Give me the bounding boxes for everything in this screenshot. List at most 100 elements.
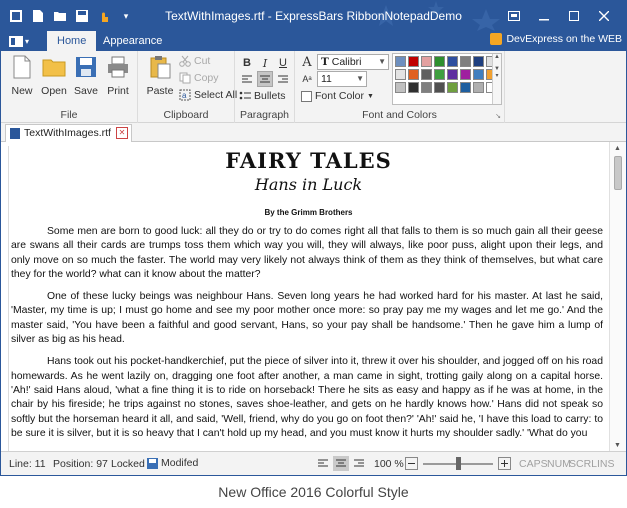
minus-icon xyxy=(408,463,415,464)
font-color-swatch xyxy=(301,90,312,102)
color-swatch[interactable] xyxy=(421,56,432,67)
position-indicator: Position: 97 xyxy=(53,458,108,470)
color-swatch[interactable] xyxy=(421,82,432,93)
font-size-value: 11 xyxy=(321,73,332,85)
font-size-icon: Aa xyxy=(302,74,312,84)
application-menu-button[interactable]: ▾ xyxy=(9,33,39,49)
palette-scrollbar[interactable]: ▲ ▼ ▾ xyxy=(492,54,501,104)
document-tab-label: TextWithImages.rtf xyxy=(24,127,111,139)
underline-button[interactable]: U xyxy=(275,55,291,71)
tab-home[interactable]: Home xyxy=(47,31,97,51)
font-size-combo[interactable]: 11 ▼ xyxy=(317,71,367,87)
color-swatch[interactable] xyxy=(408,56,419,67)
paragraph-group-label: Paragraph xyxy=(239,109,290,121)
modified-indicator: Modifed xyxy=(147,457,198,469)
minimize-icon[interactable] xyxy=(532,7,556,25)
plus-icon xyxy=(501,460,508,467)
align-center-button[interactable] xyxy=(257,71,273,87)
paste-clipboard-icon xyxy=(150,56,171,79)
align-right-icon xyxy=(354,459,364,467)
title-bar: ▾ TextWithImages.rtf - ExpressBars Ribbo… xyxy=(1,1,626,31)
align-right-button[interactable] xyxy=(275,71,291,87)
document-paragraph: One of these lucky beings was neighbour … xyxy=(11,291,603,346)
zoom-slider-thumb[interactable] xyxy=(455,457,461,470)
devexpress-link-label: DevExpress on the WEB xyxy=(506,33,622,45)
screenshot-caption: New Office 2016 Colorful Style xyxy=(218,484,409,500)
scroll-up-icon[interactable]: ▲ xyxy=(614,145,621,152)
color-swatch[interactable] xyxy=(447,56,458,67)
status-align-center-button[interactable] xyxy=(333,456,349,471)
color-swatch[interactable] xyxy=(408,69,419,80)
color-swatch[interactable] xyxy=(395,69,406,80)
print-button[interactable]: Print xyxy=(103,55,133,97)
color-swatch[interactable] xyxy=(434,82,445,93)
color-swatch[interactable] xyxy=(421,69,432,80)
color-swatch[interactable] xyxy=(473,82,484,93)
color-swatch[interactable] xyxy=(473,56,484,67)
status-align-left-button[interactable] xyxy=(315,456,331,471)
paragraph-group: B I U Bullets Paragraph xyxy=(235,51,295,123)
close-tab-icon[interactable]: ✕ xyxy=(115,127,128,139)
color-swatch[interactable] xyxy=(395,82,406,93)
maximize-icon[interactable] xyxy=(562,7,586,25)
color-swatch[interactable] xyxy=(434,56,445,67)
clipboard-group: Paste Cut Copy a Select All Clipboard xyxy=(138,51,237,123)
color-swatch[interactable] xyxy=(434,69,445,80)
modified-label: Modifed xyxy=(161,457,199,469)
document-paragraph: Hans took out his pocket-handkerchief, p… xyxy=(11,356,603,439)
close-icon[interactable] xyxy=(592,7,616,25)
document-editor[interactable]: Fairy Tales Hans in Luck By the Grimm Br… xyxy=(1,142,626,452)
vertical-scrollbar[interactable]: ▲ ▼ xyxy=(609,142,626,451)
select-all-button[interactable]: a Select All xyxy=(179,89,237,101)
color-swatch[interactable] xyxy=(408,82,419,93)
new-document-icon xyxy=(13,55,31,79)
paste-button[interactable]: Paste xyxy=(144,55,176,97)
palette-row xyxy=(395,56,499,67)
document-paragraph: Some men are born to good luck: all they… xyxy=(11,226,603,280)
open-button[interactable]: Open xyxy=(39,55,69,97)
zoom-out-button[interactable] xyxy=(405,457,418,470)
tab-appearance[interactable]: Appearance xyxy=(93,31,172,51)
document-tab[interactable]: TextWithImages.rtf ✕ xyxy=(5,124,132,142)
file-group: New Open Save Print File xyxy=(1,51,138,123)
color-swatch[interactable] xyxy=(460,56,471,67)
new-button[interactable]: New xyxy=(7,55,37,97)
copy-icon xyxy=(179,72,191,84)
palette-row xyxy=(395,82,499,93)
font-name-dropdown-icon: ▼ xyxy=(378,57,386,66)
font-and-colors-group-label: Font and Colors xyxy=(362,109,437,121)
bold-button[interactable]: B xyxy=(239,55,255,71)
align-left-button[interactable] xyxy=(239,71,255,87)
italic-button[interactable]: I xyxy=(257,55,273,71)
save-button[interactable]: Save xyxy=(71,55,101,97)
bullets-button[interactable]: Bullets xyxy=(239,90,286,102)
zoom-in-button[interactable] xyxy=(498,457,511,470)
color-swatch[interactable] xyxy=(447,82,458,93)
app-window: ▾ TextWithImages.rtf - ExpressBars Ribbo… xyxy=(0,0,627,476)
devexpress-web-link[interactable]: DevExpress on the WEB xyxy=(490,33,622,45)
color-swatch[interactable] xyxy=(460,69,471,80)
document-page[interactable]: Fairy Tales Hans in Luck By the Grimm Br… xyxy=(8,146,606,451)
color-swatch[interactable] xyxy=(447,69,458,80)
cut-button[interactable]: Cut xyxy=(179,55,210,67)
file-group-label: File xyxy=(60,109,78,121)
save-button-label: Save xyxy=(74,85,98,97)
font-name-combo[interactable]: T Calibri ▼ xyxy=(317,54,389,70)
locked-indicator: Locked xyxy=(111,458,145,470)
window-controls xyxy=(502,7,616,25)
status-align-right-button[interactable] xyxy=(351,456,367,471)
ribbon-display-icon[interactable] xyxy=(502,7,526,25)
scrollbar-thumb[interactable] xyxy=(614,156,622,190)
font-color-button[interactable]: Font Color ▼ xyxy=(301,90,374,102)
color-swatch[interactable] xyxy=(473,69,484,80)
save-disk-icon xyxy=(147,457,158,469)
app-menu-icon xyxy=(9,35,23,47)
color-swatch[interactable] xyxy=(460,82,471,93)
select-all-icon: a xyxy=(179,89,191,101)
color-swatch[interactable] xyxy=(395,56,406,67)
dialog-launcher-icon[interactable]: ↘ xyxy=(495,112,501,120)
scrl-indicator: SCRL xyxy=(569,458,598,470)
font-dialog-icon[interactable]: A xyxy=(299,54,315,70)
scroll-down-icon[interactable]: ▼ xyxy=(614,442,621,449)
copy-button[interactable]: Copy xyxy=(179,72,219,84)
